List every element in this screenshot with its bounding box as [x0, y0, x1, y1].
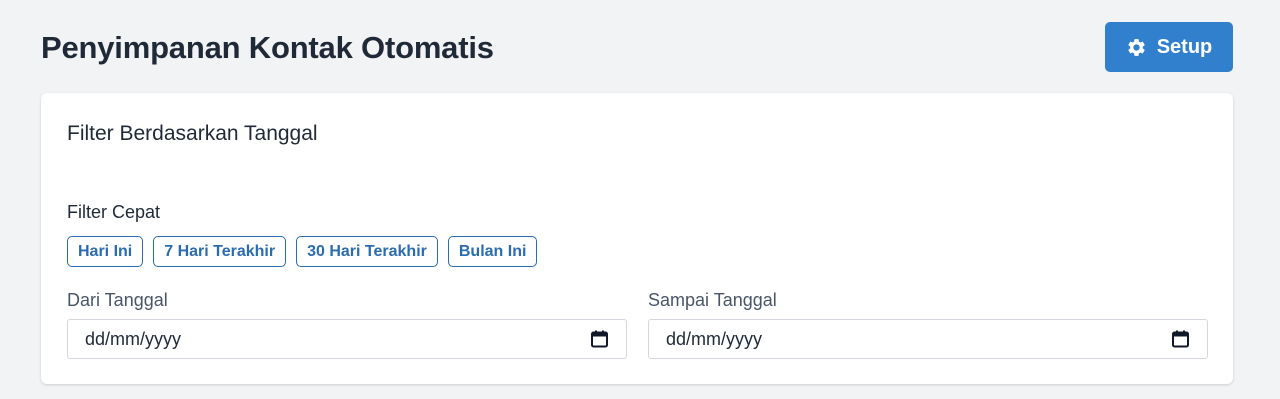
gear-icon	[1126, 37, 1147, 58]
calendar-icon[interactable]	[591, 330, 608, 348]
from-date-label: Dari Tanggal	[67, 290, 168, 310]
filter-card: Filter Berdasarkan Tanggal Filter Cepat …	[41, 93, 1233, 384]
setup-button[interactable]: Setup	[1105, 22, 1233, 72]
quick-filter-group: Hari Ini 7 Hari Terakhir 30 Hari Terakhi…	[67, 236, 538, 267]
quick-filter-last-7-days[interactable]: 7 Hari Terakhir	[153, 236, 287, 267]
from-date-value: dd/mm/yyyy	[85, 328, 182, 349]
card-title: Filter Berdasarkan Tanggal	[67, 122, 318, 145]
calendar-icon[interactable]	[1172, 330, 1189, 348]
from-date-input[interactable]: dd/mm/yyyy	[67, 319, 627, 359]
to-date-input[interactable]: dd/mm/yyyy	[648, 319, 1208, 359]
setup-button-label: Setup	[1156, 35, 1213, 58]
page-title: Penyimpanan Kontak Otomatis	[41, 30, 494, 65]
quick-filter-last-30-days[interactable]: 30 Hari Terakhir	[296, 236, 438, 267]
to-date-value: dd/mm/yyyy	[666, 328, 763, 349]
quick-filter-today[interactable]: Hari Ini	[67, 236, 144, 267]
quick-filter-label: Filter Cepat	[67, 202, 161, 222]
quick-filter-this-month[interactable]: Bulan Ini	[447, 236, 538, 267]
to-date-label: Sampai Tanggal	[648, 290, 777, 310]
